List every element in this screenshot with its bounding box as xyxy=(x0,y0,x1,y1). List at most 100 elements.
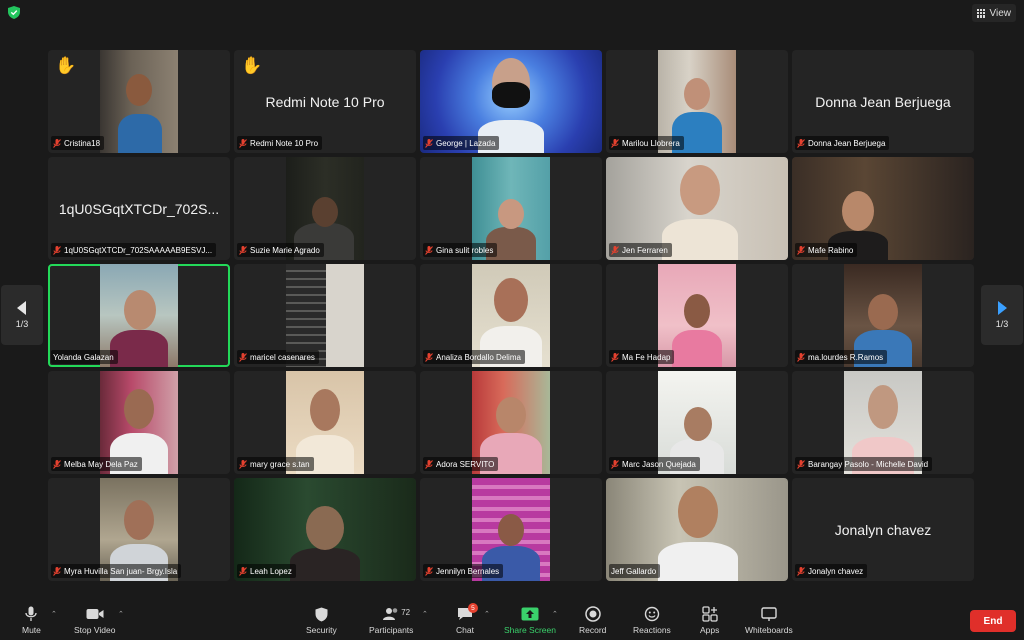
muted-mic-icon xyxy=(425,459,433,469)
participant-tile[interactable]: Jen Ferraren xyxy=(606,157,788,260)
security-button[interactable]: Security xyxy=(306,606,337,635)
participant-name-label: Jennilyn Bernales xyxy=(423,564,504,578)
muted-mic-icon xyxy=(53,138,61,148)
participant-tile[interactable]: ✋ Redmi Note 10 Pro Redmi Note 10 Pro xyxy=(234,50,416,153)
muted-mic-icon xyxy=(611,352,619,362)
participant-name-label: 1qU0SGqtXTCDr_702SAAAAAB9ESVJ... xyxy=(51,243,217,257)
participant-name-label: Marilou Llobrera xyxy=(609,136,684,150)
participant-name-label: mary grace s.tan xyxy=(237,457,314,471)
record-icon xyxy=(584,606,601,622)
muted-mic-icon xyxy=(425,352,433,362)
muted-mic-icon xyxy=(797,245,805,255)
participant-name-label: Myra Huvilla San juan- Brgy.Isla xyxy=(51,564,182,578)
participant-tile[interactable]: George | Lazada xyxy=(420,50,602,153)
whiteboard-icon xyxy=(761,606,777,622)
end-meeting-button[interactable]: End xyxy=(970,610,1016,632)
participant-name-label: Jeff Gallardo xyxy=(609,564,661,578)
record-button-label: Record xyxy=(579,625,607,635)
chat-unread-badge: 5 xyxy=(467,603,478,613)
participant-count: 72 xyxy=(401,608,411,617)
participant-tile[interactable]: 1qU0SGqtXTCDr_702S... 1qU0SGqtXTCDr_702S… xyxy=(48,157,230,260)
participant-name-label: maricel casenares xyxy=(237,350,319,364)
participant-tile[interactable]: Melba May Dela Paz xyxy=(48,371,230,474)
muted-mic-icon xyxy=(53,459,61,469)
apps-button-label: Apps xyxy=(700,625,720,635)
participant-tile[interactable]: ma.lourdes R.Ramos xyxy=(792,264,974,367)
participant-tile[interactable]: Jennilyn Bernales xyxy=(420,478,602,581)
muted-mic-icon xyxy=(239,138,247,148)
participant-tile[interactable]: Gina sulit robles xyxy=(420,157,602,260)
participant-display-name: 1qU0SGqtXTCDr_702S... xyxy=(58,201,220,217)
participant-video xyxy=(100,50,178,153)
participants-options-caret-icon[interactable]: ⌃ xyxy=(422,610,428,618)
page-indicator-right: 1/3 xyxy=(995,319,1009,329)
muted-mic-icon xyxy=(239,352,247,362)
share-screen-button[interactable]: Share Screen xyxy=(504,606,556,635)
smiley-icon xyxy=(644,606,660,622)
previous-page-button[interactable]: 1/3 xyxy=(1,285,43,345)
video-gallery: ✋ Cristina18 ✋ Redmi Note 10 Pro Redmi N… xyxy=(48,50,978,582)
reactions-button-label: Reactions xyxy=(633,625,671,635)
chat-button-label: Chat xyxy=(456,625,474,635)
participant-name-label: Suzie Marie Agrado xyxy=(237,243,324,257)
apps-icon xyxy=(702,606,718,622)
participant-display-name: Redmi Note 10 Pro xyxy=(265,94,385,110)
whiteboards-button-label: Whiteboards xyxy=(745,625,793,635)
participant-name-label: Leah Lopez xyxy=(237,564,296,578)
security-button-label: Security xyxy=(306,625,337,635)
participant-display-name: Jonalyn chavez xyxy=(834,522,932,538)
participant-name-label: ma.lourdes R.Ramos xyxy=(795,350,888,364)
reactions-button[interactable]: Reactions xyxy=(633,606,671,635)
muted-mic-icon xyxy=(53,245,61,255)
participant-name-label: George | Lazada xyxy=(423,136,500,150)
participant-tile[interactable]: Leah Lopez xyxy=(234,478,416,581)
participant-name-label: Melba May Dela Paz xyxy=(51,457,142,471)
participant-name-label: Analiza Bordallo Delima xyxy=(423,350,525,364)
participant-tile[interactable]: Mafe Rabino xyxy=(792,157,974,260)
participant-name-label: Barangay Pasolo - Michelle David xyxy=(795,457,933,471)
view-button-label: View xyxy=(989,7,1012,19)
view-button[interactable]: View xyxy=(971,4,1016,22)
participant-tile[interactable]: Analiza Bordallo Delima xyxy=(420,264,602,367)
top-bar: View xyxy=(0,0,1024,26)
muted-mic-icon xyxy=(797,138,805,148)
chat-options-caret-icon[interactable]: ⌃ xyxy=(484,610,490,618)
stop-video-button[interactable]: Stop Video xyxy=(74,606,115,635)
mute-options-caret-icon[interactable]: ⌃ xyxy=(51,610,57,618)
participant-tile-active-speaker[interactable]: Yolanda Galazan xyxy=(48,264,230,367)
participant-name-label: Yolanda Galazan xyxy=(51,350,118,364)
participant-tile[interactable]: maricel casenares xyxy=(234,264,416,367)
video-options-caret-icon[interactable]: ⌃ xyxy=(118,610,124,618)
record-button[interactable]: Record xyxy=(579,606,606,635)
muted-mic-icon xyxy=(611,138,619,148)
participant-tile[interactable]: ✋ Cristina18 xyxy=(48,50,230,153)
grid-view-icon xyxy=(976,8,986,18)
muted-mic-icon xyxy=(425,245,433,255)
participant-tile[interactable]: Marilou Llobrera xyxy=(606,50,788,153)
participant-tile[interactable]: Donna Jean Berjuega Donna Jean Berjuega xyxy=(792,50,974,153)
participant-tile[interactable]: Marc Jason Quejada xyxy=(606,371,788,474)
mute-button[interactable]: Mute xyxy=(22,606,41,635)
participant-tile[interactable]: Myra Huvilla San juan- Brgy.Isla xyxy=(48,478,230,581)
muted-mic-icon xyxy=(611,245,619,255)
participant-tile[interactable]: Ma Fe Hadap xyxy=(606,264,788,367)
muted-mic-icon xyxy=(797,566,805,576)
whiteboards-button[interactable]: Whiteboards xyxy=(745,606,793,635)
muted-mic-icon xyxy=(425,138,433,148)
participant-tile[interactable]: Jeff Gallardo xyxy=(606,478,788,581)
participant-tile[interactable]: Adora SERVITO xyxy=(420,371,602,474)
muted-mic-icon xyxy=(239,459,247,469)
participant-tile[interactable]: Suzie Marie Agrado xyxy=(234,157,416,260)
share-options-caret-icon[interactable]: ⌃ xyxy=(552,610,558,618)
participant-tile[interactable]: Jonalyn chavez Jonalyn chavez xyxy=(792,478,974,581)
apps-button[interactable]: Apps xyxy=(700,606,719,635)
participant-tile[interactable]: mary grace s.tan xyxy=(234,371,416,474)
next-page-button[interactable]: 1/3 xyxy=(981,285,1023,345)
chat-button[interactable]: 5 Chat xyxy=(456,603,478,635)
participants-button[interactable]: 72 Participants xyxy=(369,606,413,635)
participant-tile[interactable]: Barangay Pasolo - Michelle David xyxy=(792,371,974,474)
participants-icon: 72 xyxy=(382,606,410,622)
participant-name-label: Jen Ferraren xyxy=(609,243,672,257)
participants-button-label: Participants xyxy=(369,625,414,635)
encryption-shield-icon[interactable] xyxy=(8,6,20,19)
